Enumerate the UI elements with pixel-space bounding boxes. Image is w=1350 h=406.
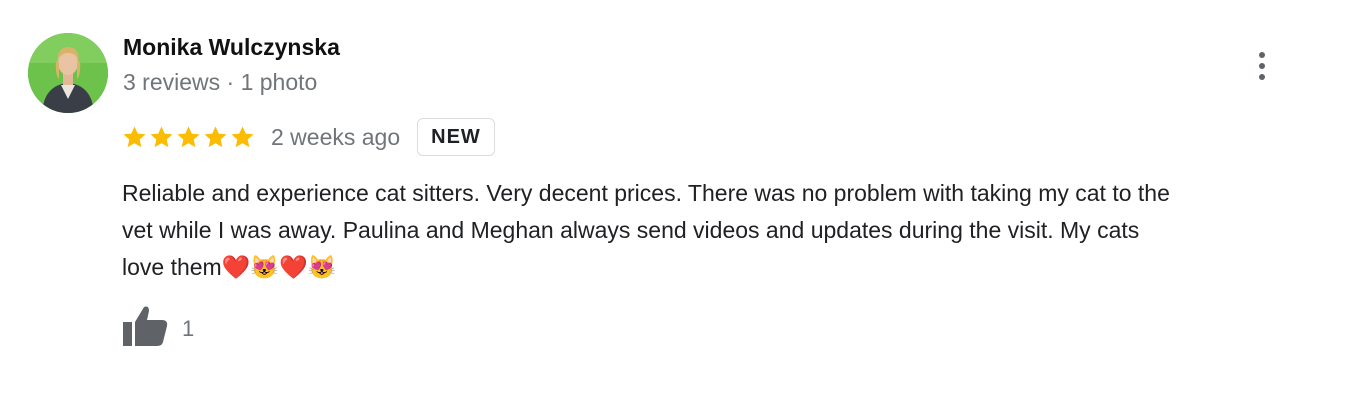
more-vert-icon-dot bbox=[1259, 63, 1265, 69]
review-text-line: love them❤️😻❤️😻 bbox=[122, 254, 337, 280]
like-button[interactable]: 1 bbox=[122, 305, 194, 347]
star-icon bbox=[150, 125, 173, 147]
review-text-line: vet while I was away. Paulina and Meghan… bbox=[122, 217, 1140, 243]
thumbs-up-icon bbox=[123, 306, 168, 346]
rating-row: 2 weeks ago NEW bbox=[121, 116, 495, 158]
review-text-line: Reliable and experience cat sitters. Ver… bbox=[122, 180, 1170, 206]
avatar-image bbox=[28, 33, 108, 113]
avatar[interactable] bbox=[28, 33, 108, 113]
new-badge: NEW bbox=[417, 118, 495, 156]
review-text: Reliable and experience cat sitters. Ver… bbox=[122, 175, 1322, 286]
like-count: 1 bbox=[182, 316, 195, 341]
reviewer-meta[interactable]: 3 reviews · 1 photo bbox=[123, 69, 317, 96]
review-date: 2 weeks ago bbox=[271, 123, 401, 150]
star-icon bbox=[204, 125, 227, 147]
star-icon bbox=[177, 125, 200, 147]
more-vert-icon-dot bbox=[1259, 74, 1265, 80]
star-icon bbox=[231, 125, 254, 147]
more-vert-icon-dot bbox=[1259, 52, 1265, 58]
star-icon bbox=[123, 125, 146, 147]
reviewer-name[interactable]: Monika Wulczynska bbox=[123, 34, 340, 61]
star-rating bbox=[121, 124, 256, 151]
more-options-button[interactable] bbox=[1248, 46, 1276, 86]
